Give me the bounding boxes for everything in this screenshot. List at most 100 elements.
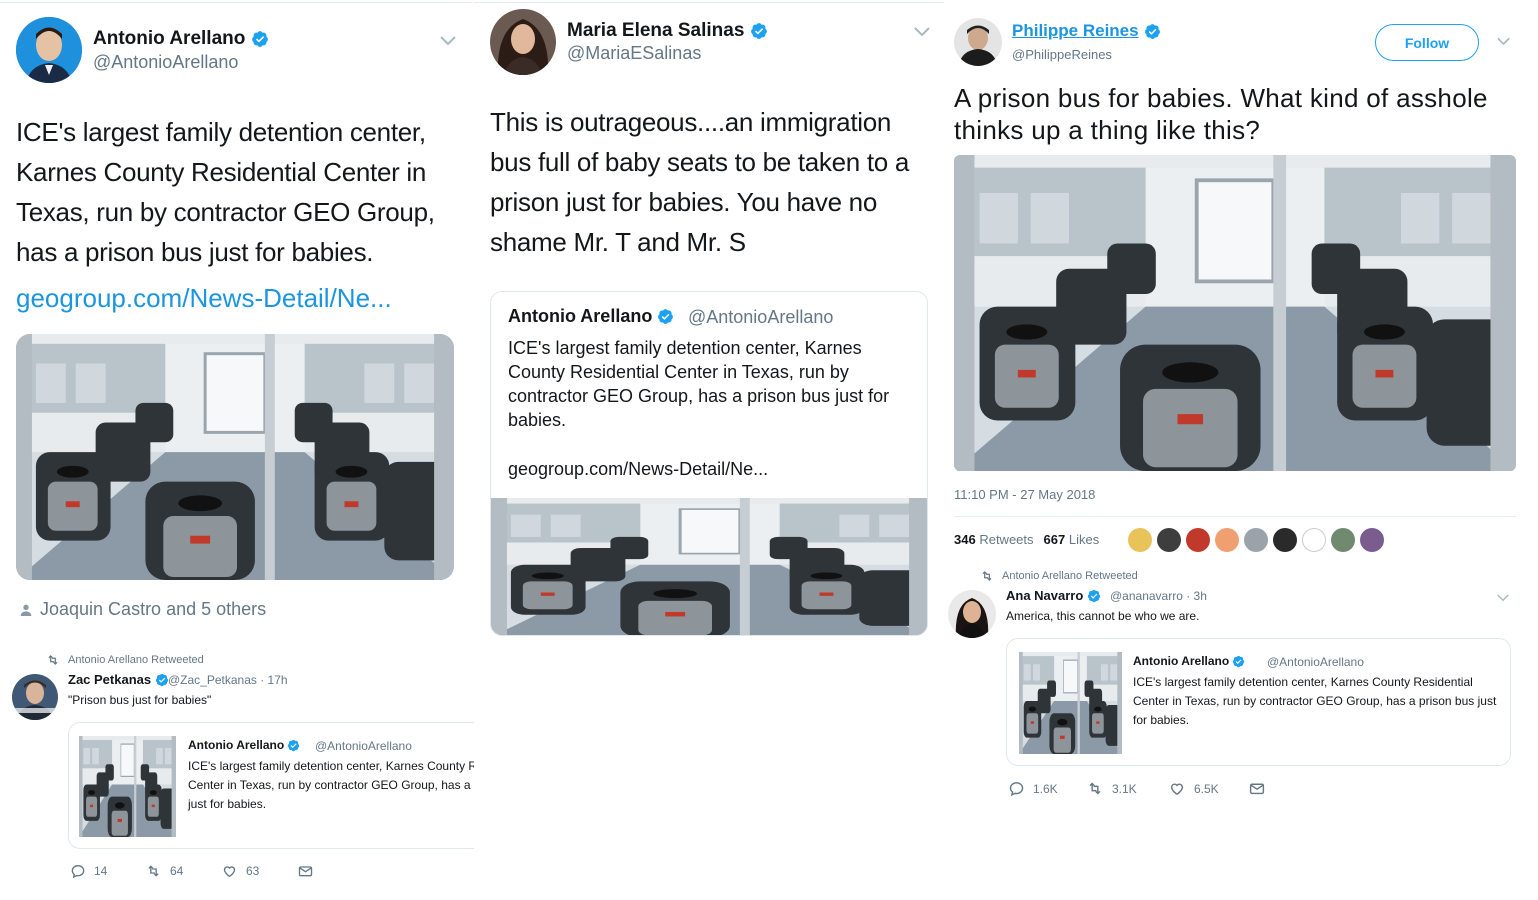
sub-author-name[interactable]: Zac Petkanas	[68, 672, 169, 687]
avatar[interactable]	[1244, 528, 1268, 552]
reply-icon	[1008, 780, 1025, 797]
like-action[interactable]: 63	[221, 863, 259, 879]
likes-stat[interactable]: 667 Likes	[1044, 532, 1100, 547]
reply-action[interactable]: 1.6K	[1008, 780, 1058, 797]
person-icon	[18, 602, 34, 618]
quoted-author-name-text: Antonio Arellano	[508, 306, 653, 326]
avatar[interactable]	[16, 17, 82, 83]
bus-photo[interactable]	[16, 334, 454, 580]
quoted-thumbnail	[79, 736, 176, 837]
retweet-note-text: Antonio Arellano Retweeted	[68, 654, 204, 666]
tweet-text: ICE's largest family detention center, K…	[16, 117, 435, 267]
quoted-author-name: Antonio Arellano	[508, 306, 674, 327]
retweet-icon	[145, 863, 162, 879]
message-action[interactable]	[1248, 780, 1266, 797]
like-count: 6.5K	[1194, 781, 1219, 796]
tweet-column-2: Maria Elena Salinas @MariaESalinas This …	[474, 0, 944, 900]
retweet-count: 64	[170, 864, 184, 878]
avatar[interactable]	[1128, 528, 1152, 552]
quoted-author-handle: @AntonioArellano	[688, 307, 834, 327]
quoted-text: ICE's largest family detention center, K…	[1133, 675, 1497, 727]
avatar[interactable]	[490, 9, 556, 75]
message-action[interactable]	[297, 863, 314, 879]
bus-photo[interactable]	[954, 155, 1516, 471]
sub-author-name-text[interactable]: Ana Navarro	[1006, 588, 1083, 603]
avatar[interactable]	[954, 18, 1002, 66]
sub-tweet-text: America, this cannot be who we are.	[1006, 609, 1200, 623]
verified-icon	[251, 30, 269, 48]
tweet-timestamp[interactable]: 11:10 PM - 27 May 2018	[954, 487, 1095, 502]
liked-by-row[interactable]: Joaquin Castro and 5 others	[18, 599, 266, 620]
like-count: 63	[246, 864, 260, 878]
verified-icon	[1232, 655, 1245, 668]
chevron-down-icon[interactable]	[440, 36, 456, 46]
author-name[interactable]: Philippe Reines	[1012, 21, 1161, 41]
avatar[interactable]	[1273, 528, 1297, 552]
chevron-down-icon[interactable]	[914, 27, 930, 37]
avatar[interactable]	[1331, 528, 1355, 552]
quoted-tweet[interactable]: Antonio Arellano @AntonioArellano ICE's …	[490, 291, 928, 636]
divider	[954, 516, 1516, 517]
quoted-thumbnail	[1019, 652, 1122, 754]
column-top-border	[0, 2, 472, 3]
retweet-note: Antonio Arellano Retweeted	[46, 653, 204, 667]
avatar[interactable]	[1302, 528, 1326, 552]
sub-author-name-text[interactable]: Zac Petkanas	[68, 672, 151, 687]
quoted-author-name: Antonio Arellano	[188, 738, 300, 752]
author-name-text[interactable]: Maria Elena Salinas	[567, 20, 744, 42]
reply-icon	[70, 863, 86, 879]
retweets-stat[interactable]: 346 Retweets	[954, 532, 1034, 547]
quoted-photo	[491, 498, 928, 636]
sub-author-handle-time[interactable]: @Zac_Petkanas · 17h	[168, 673, 288, 687]
sub-author-handle-time[interactable]: @ananavarro · 3h	[1110, 589, 1207, 603]
quoted-author-handle: @AntonioArellano	[1267, 655, 1364, 669]
reply-action[interactable]: 14	[70, 863, 107, 879]
avatar[interactable]	[1157, 528, 1181, 552]
retweet-icon	[1086, 780, 1104, 797]
liker-avatars	[1128, 528, 1384, 552]
heart-icon	[1168, 780, 1186, 797]
avatar[interactable]	[1215, 528, 1239, 552]
likes-count: 667	[1043, 532, 1066, 547]
quoted-author-name: Antonio Arellano	[1133, 654, 1245, 668]
author-name-text[interactable]: Philippe Reines	[1012, 21, 1139, 41]
author-name[interactable]: Maria Elena Salinas	[567, 20, 768, 42]
verified-icon	[155, 673, 169, 687]
author-handle[interactable]: @PhilippeReines	[1012, 47, 1112, 62]
verified-icon	[287, 739, 300, 752]
mail-icon	[1248, 780, 1266, 797]
avatar[interactable]	[1360, 528, 1384, 552]
retweet-action[interactable]: 3.1K	[1086, 780, 1137, 797]
likes-label: Likes	[1068, 532, 1100, 547]
stats-row: 346 Retweets 667 Likes	[954, 532, 1099, 547]
quoted-text: ICE's largest family detention center, K…	[508, 338, 890, 430]
quoted-author-name-text: Antonio Arellano	[1133, 654, 1230, 668]
retweet-note: Antonio Arellano Retweeted	[980, 569, 1138, 583]
like-action[interactable]: 6.5K	[1168, 780, 1219, 797]
avatar[interactable]	[948, 590, 996, 638]
author-handle[interactable]: @MariaESalinas	[567, 43, 701, 64]
retweet-action[interactable]: 64	[145, 863, 183, 879]
avatar[interactable]	[1186, 528, 1210, 552]
follow-button[interactable]: Follow	[1375, 24, 1479, 61]
chevron-down-icon[interactable]	[1497, 594, 1509, 602]
retweets-count: 346	[954, 532, 976, 547]
reply-count: 1.6K	[1033, 781, 1058, 796]
heart-icon	[221, 863, 238, 879]
sub-tweet-text: "Prison bus just for babies"	[68, 693, 212, 707]
author-name[interactable]: Antonio Arellano	[93, 28, 269, 50]
author-name-text[interactable]: Antonio Arellano	[93, 28, 245, 50]
verified-icon	[1087, 589, 1101, 603]
tweet-link[interactable]: geogroup.com/News-Detail/Ne...	[16, 283, 392, 314]
liked-by-text[interactable]: Joaquin Castro and 5 others	[40, 599, 266, 620]
retweets-label: Retweets	[979, 532, 1034, 547]
tweet-text: This is outrageous....an immigration bus…	[490, 107, 910, 257]
column-top-border	[474, 2, 944, 3]
retweet-note-text: Antonio Arellano Retweeted	[1002, 570, 1138, 582]
quoted-tweet[interactable]: Antonio Arellano @AntonioArellano ICE's …	[1006, 638, 1511, 766]
tweet-column-1: Antonio Arellano @AntonioArellano ICE's …	[0, 0, 547, 900]
sub-author-name[interactable]: Ana Navarro	[1006, 588, 1101, 603]
avatar[interactable]	[12, 674, 58, 720]
author-handle[interactable]: @AntonioArellano	[93, 52, 238, 73]
chevron-down-icon[interactable]	[1497, 37, 1510, 46]
